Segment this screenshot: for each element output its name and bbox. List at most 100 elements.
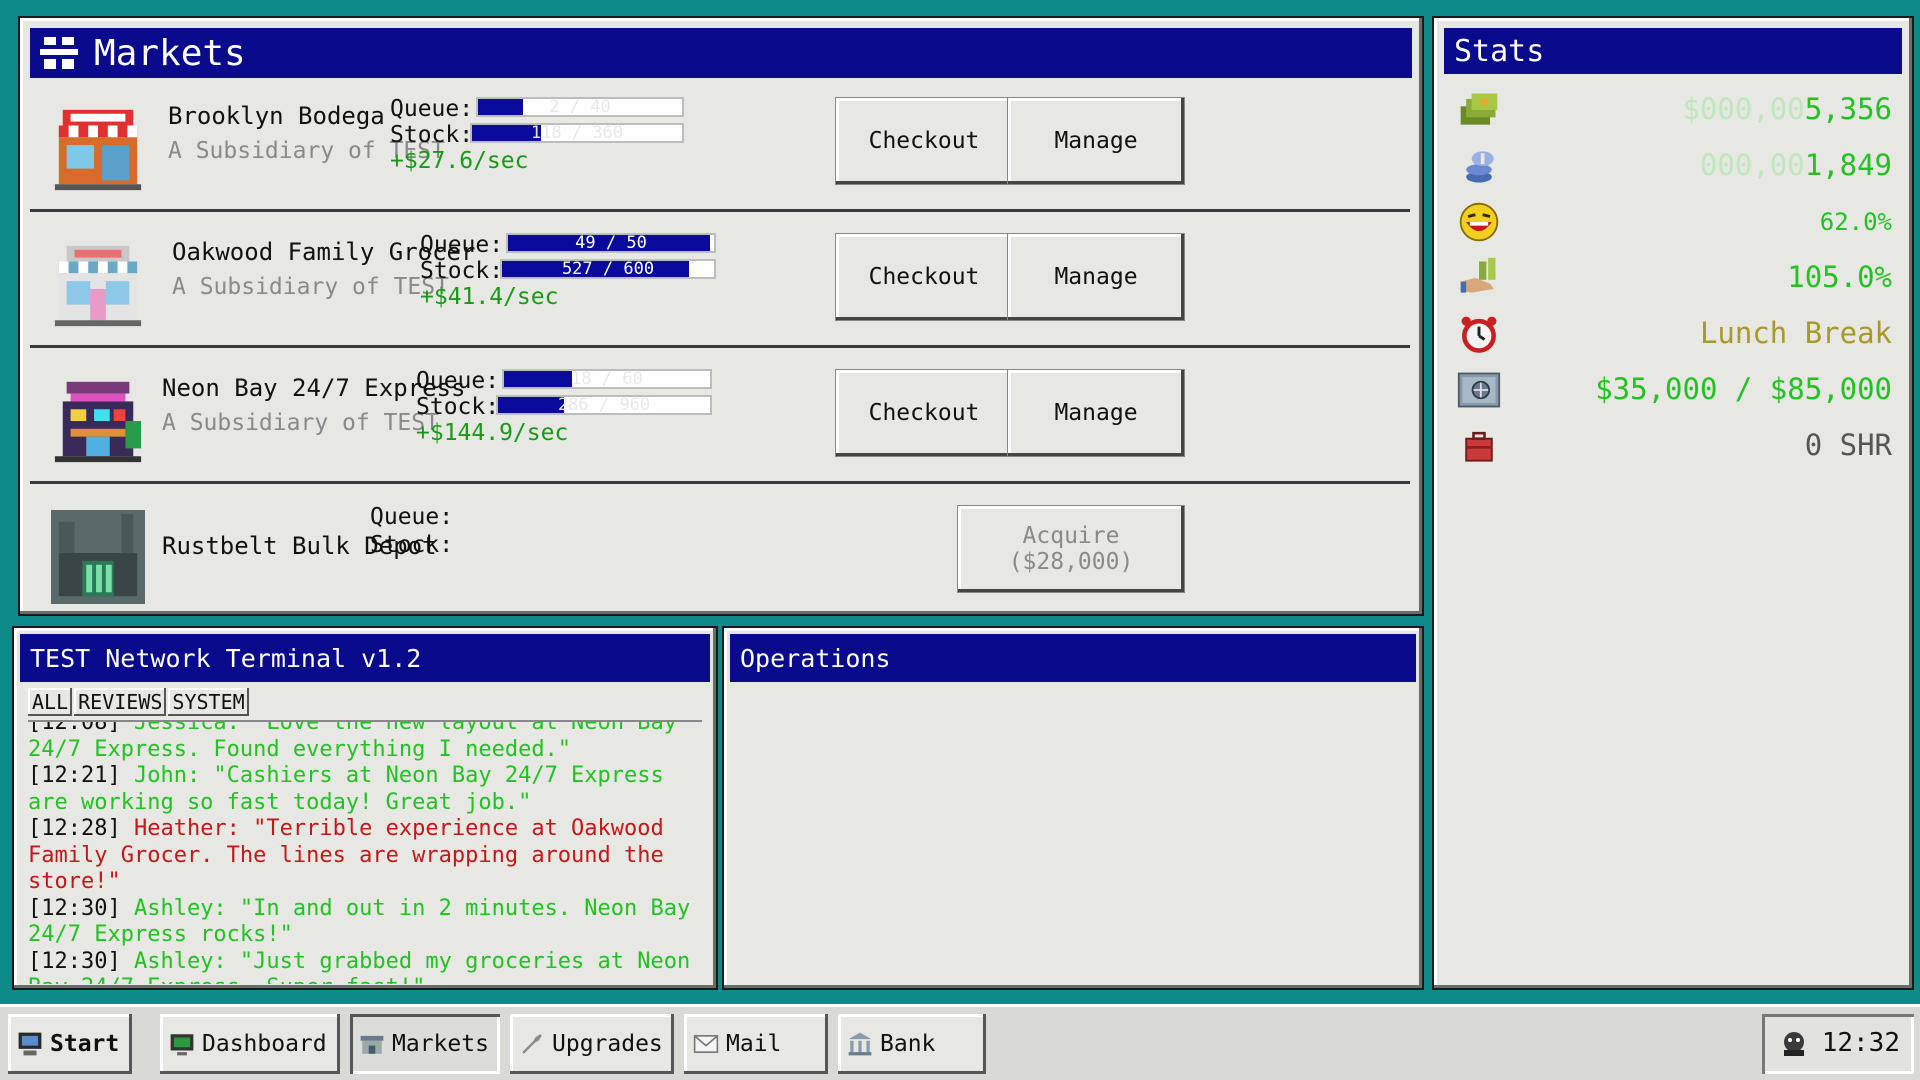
tab-all[interactable]: ALL: [28, 688, 73, 716]
terminal-titlebar[interactable]: TEST Network Terminal v1.2: [20, 634, 710, 682]
stat-vault: $35,000 / $85,000: [1444, 362, 1900, 416]
queue-bar: 49 / 50: [506, 233, 716, 253]
log-entry: [12:21] John: "Cashiers at Neon Bay 24/7…: [28, 763, 698, 816]
taskbar-item-label: Markets: [392, 1031, 489, 1057]
briefcase-icon: [1465, 431, 1493, 462]
queue-bar-text: 49 / 50: [575, 233, 647, 253]
queue-label: Queue:: [416, 368, 500, 394]
income-rate: +$144.9/sec: [416, 420, 569, 446]
terminal-title: TEST Network Terminal v1.2: [30, 643, 422, 673]
store-row-oakwood-family-grocer: Oakwood Family Grocer A Subsidiary of TE…: [30, 220, 1410, 348]
markets-titlebar[interactable]: Markets: [30, 28, 1412, 78]
income-rate: +$27.6/sec: [390, 148, 529, 174]
taskbar-upgrades-button[interactable]: Upgrades: [510, 1014, 674, 1074]
taskbar-markets-button[interactable]: Markets: [350, 1014, 500, 1074]
mail-icon: [693, 1035, 719, 1053]
taskbar-item-label: Dashboard: [202, 1031, 327, 1057]
markets-window: Markets Brooklyn Bodega A Subsidiary of …: [20, 18, 1422, 614]
taskbar-mail-button[interactable]: Mail: [684, 1014, 828, 1074]
store-row-neon-bay-express: Neon Bay 24/7 Express A Subsidiary of TE…: [30, 356, 1410, 484]
log-timestamp: [12:30]: [28, 948, 121, 974]
taskbar-item-label: Upgrades: [552, 1031, 663, 1057]
income-rate: +$41.4/sec: [420, 284, 559, 310]
neon-bay-store-icon: [54, 381, 142, 463]
stat-efficiency: 105.0%: [1444, 250, 1900, 304]
queue-bar-text: 18 / 60: [571, 369, 643, 389]
tab-reviews[interactable]: REVIEWS: [74, 688, 167, 716]
stat-shares: 000,001,849: [1444, 138, 1900, 192]
log-timestamp: [12:08]: [28, 720, 121, 735]
manage-button[interactable]: Manage: [1008, 370, 1184, 456]
vault-safe-icon: [1457, 372, 1501, 408]
markets-icon: [360, 1035, 384, 1054]
store-row-brooklyn-bodega: Brooklyn Bodega A Subsidiary of TEST Que…: [30, 84, 1410, 212]
time-status-value: Lunch Break: [1699, 316, 1892, 350]
network-status-icon[interactable]: [1778, 1028, 1810, 1060]
store-row-rustbelt-bulk-depot: Rustbelt Bulk Depot Queue: Stock: Acquir…: [30, 492, 1410, 620]
stats-titlebar[interactable]: Stats: [1444, 28, 1902, 74]
depot-warehouse-icon: [51, 510, 145, 604]
queue-label: Queue:: [370, 504, 454, 530]
checkout-button[interactable]: Checkout: [836, 370, 1012, 456]
terminal-log[interactable]: [12:08] Jessica: "Love the new layout at…: [28, 720, 702, 984]
laughing-face-icon: [1459, 202, 1499, 242]
log-entry: [12:28] Heather: "Terrible experience at…: [28, 816, 698, 896]
vault-value: $35,000 / $85,000: [1595, 372, 1892, 406]
taskbar-item-label: Bank: [880, 1031, 936, 1057]
shares-value: 000,001,849: [1700, 148, 1892, 182]
log-timestamp: [12:28]: [28, 816, 121, 841]
happiness-value: 62.0%: [1819, 208, 1892, 236]
money-value: $000,005,356: [1682, 92, 1892, 126]
stock-label: Stock:: [416, 394, 500, 420]
taskbar-dashboard-button[interactable]: Dashboard: [160, 1014, 340, 1074]
checkout-button[interactable]: Checkout: [836, 234, 1012, 320]
cash-stack-icon: [1460, 93, 1498, 125]
stock-bar: 527 / 600: [500, 259, 716, 279]
queue-bar: 18 / 60: [502, 369, 712, 389]
stock-bar-text: 286 / 960: [557, 395, 651, 415]
clock: 12:32: [1821, 1028, 1900, 1058]
tab-system[interactable]: SYSTEM: [168, 688, 249, 716]
alarm-clock-icon: [1461, 316, 1497, 353]
operations-title: Operations: [740, 643, 891, 673]
taskbar-bank-button[interactable]: Bank: [838, 1014, 986, 1074]
stock-label: Stock:: [390, 122, 474, 148]
log-entry: [12:30] Ashley: "Just grabbed my groceri…: [28, 949, 698, 985]
money-digits: 5,356: [1804, 92, 1892, 126]
shares-leading-zeros: 000,00: [1699, 148, 1805, 182]
operations-window: Operations: [724, 628, 1422, 988]
bank-icon: [848, 1032, 872, 1056]
stat-shr: 0 SHR: [1444, 418, 1900, 472]
manage-button[interactable]: Manage: [1008, 98, 1184, 184]
log-message: Heather: "Terrible experience at Oakwood…: [28, 816, 664, 894]
stats-title: Stats: [1454, 33, 1545, 69]
start-button[interactable]: Start: [8, 1014, 132, 1074]
stock-label: Stock:: [370, 532, 454, 558]
system-tray: 12:32: [1762, 1014, 1914, 1074]
terminal-tabs: ALL REVIEWS SYSTEM: [28, 688, 251, 716]
operations-titlebar[interactable]: Operations: [730, 634, 1416, 682]
efficiency-value: 105.0%: [1787, 260, 1892, 294]
manage-button[interactable]: Manage: [1008, 234, 1184, 320]
start-label: Start: [50, 1031, 120, 1057]
log-timestamp: [12:21]: [28, 763, 121, 788]
stock-bar-text: 527 / 600: [561, 259, 655, 279]
stock-bar-text: 118 / 360: [530, 123, 624, 143]
bodega-shop-icon: [54, 109, 142, 191]
stat-time: Lunch Break: [1444, 306, 1900, 360]
queue-bar: 2 / 40: [476, 97, 684, 117]
checkout-button[interactable]: Checkout: [836, 98, 1012, 184]
queue-bar-text: 2 / 40: [549, 97, 611, 117]
markets-title: Markets: [94, 32, 246, 74]
log-message: Ashley: "In and out in 2 minutes. Neon B…: [28, 895, 691, 948]
stat-money: $000,005,356: [1444, 82, 1900, 136]
shr-value: 0 SHR: [1804, 428, 1892, 462]
log-message: Ashley: "Just grabbed my groceries at Ne…: [28, 948, 691, 985]
coin-stack-icon: [1466, 151, 1494, 183]
taskbar-item-label: Mail: [726, 1031, 782, 1057]
stats-window: Stats $000,005,356 000,001,849 62.0% 105…: [1434, 18, 1912, 988]
log-entry: [12:30] Ashley: "In and out in 2 minutes…: [28, 896, 698, 949]
acquire-button[interactable]: Acquire ($28,000): [958, 506, 1184, 592]
log-message: John: "Cashiers at Neon Bay 24/7 Express…: [28, 763, 664, 815]
queue-label: Queue:: [420, 232, 504, 258]
